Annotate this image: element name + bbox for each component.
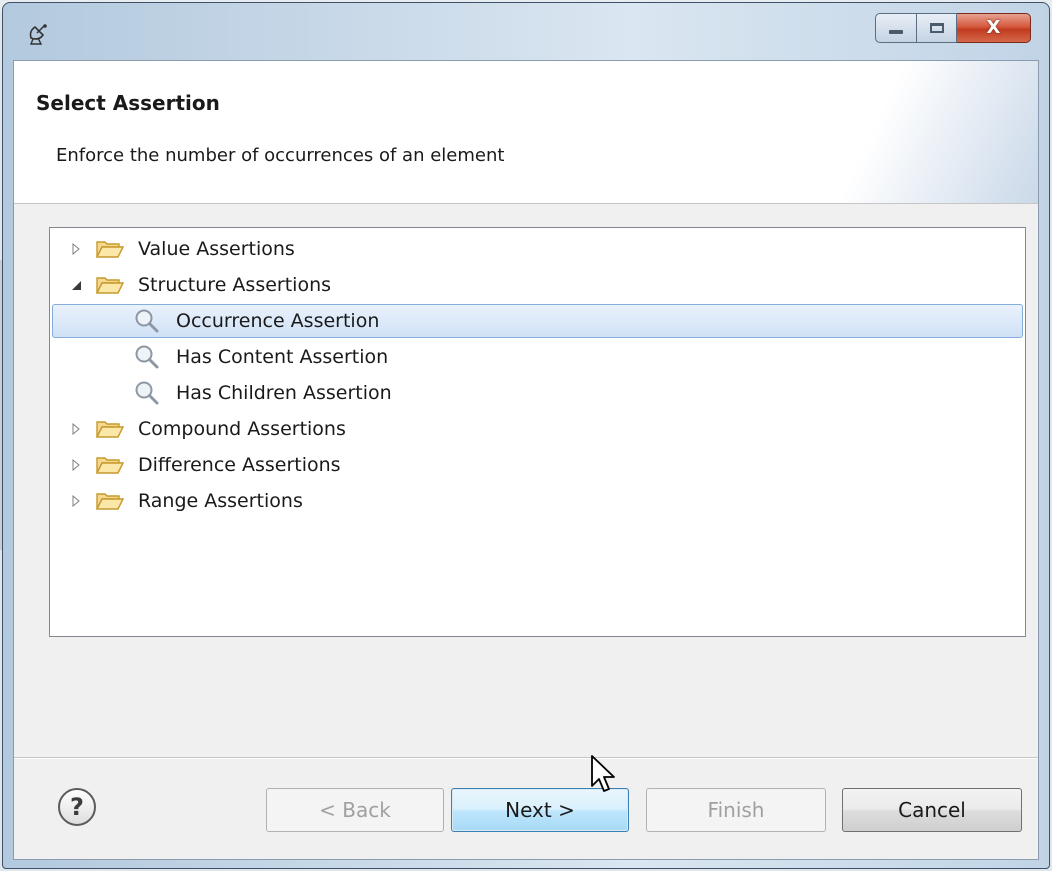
back-button[interactable]: < Back — [266, 788, 444, 832]
next-button[interactable]: Next > — [451, 788, 629, 832]
collapse-arrow-icon[interactable] — [70, 279, 82, 291]
minimize-icon — [889, 30, 903, 34]
help-button[interactable]: ? — [58, 788, 96, 826]
finish-button[interactable]: Finish — [646, 788, 826, 832]
expand-arrow-icon[interactable] — [70, 423, 82, 435]
tree-item-compound-assertions[interactable]: Compound Assertions — [50, 412, 1025, 446]
magnifier-icon — [134, 380, 160, 406]
maximize-button[interactable] — [917, 13, 957, 43]
footer-separator — [14, 757, 1038, 759]
expand-arrow-icon[interactable] — [70, 243, 82, 255]
assertion-tree[interactable]: Value Assertions Structure Assertions Oc… — [49, 227, 1026, 637]
tree-item-label: Difference Assertions — [138, 454, 341, 476]
folder-open-icon — [96, 239, 124, 259]
close-button[interactable]: X — [957, 13, 1031, 43]
tree-item-label: Has Content Assertion — [176, 346, 389, 368]
header-banner-graphic — [798, 61, 1038, 203]
wizard-header: Select Assertion Enforce the number of o… — [14, 61, 1038, 204]
expand-arrow-icon[interactable] — [70, 495, 82, 507]
window-controls: X — [875, 13, 1031, 43]
maximize-icon — [929, 23, 944, 33]
folder-open-icon — [96, 491, 124, 511]
satellite-dish-icon — [27, 23, 51, 45]
page-title: Select Assertion — [36, 91, 220, 115]
dialog-content: Select Assertion Enforce the number of o… — [13, 60, 1039, 860]
wizard-dialog: X Select Assertion Enforce the number of… — [2, 2, 1050, 869]
tree-item-label: Range Assertions — [138, 490, 303, 512]
tree-item-has-children-assertion[interactable]: Has Children Assertion — [50, 376, 1025, 410]
folder-open-icon — [96, 419, 124, 439]
tree-item-value-assertions[interactable]: Value Assertions — [50, 232, 1025, 266]
folder-open-icon — [96, 455, 124, 475]
tree-item-range-assertions[interactable]: Range Assertions — [50, 484, 1025, 518]
tree-item-difference-assertions[interactable]: Difference Assertions — [50, 448, 1025, 482]
tree-item-label: Occurrence Assertion — [176, 310, 380, 332]
tree-item-occurrence-assertion[interactable]: Occurrence Assertion — [50, 304, 1025, 338]
cancel-button[interactable]: Cancel — [842, 788, 1022, 832]
tree-item-has-content-assertion[interactable]: Has Content Assertion — [50, 340, 1025, 374]
tree-item-label: Has Children Assertion — [176, 382, 392, 404]
help-icon: ? — [70, 793, 84, 821]
tree-item-structure-assertions[interactable]: Structure Assertions — [50, 268, 1025, 302]
page-description: Enforce the number of occurrences of an … — [56, 145, 505, 166]
tree-item-label: Compound Assertions — [138, 418, 346, 440]
tree-item-label: Structure Assertions — [138, 274, 332, 296]
folder-open-icon — [96, 275, 124, 295]
title-bar[interactable]: X — [3, 3, 1049, 59]
magnifier-icon — [134, 344, 160, 370]
magnifier-icon — [134, 308, 160, 334]
tree-item-label: Value Assertions — [138, 238, 295, 260]
expand-arrow-icon[interactable] — [70, 459, 82, 471]
close-icon: X — [986, 17, 1001, 38]
minimize-button[interactable] — [875, 13, 917, 43]
